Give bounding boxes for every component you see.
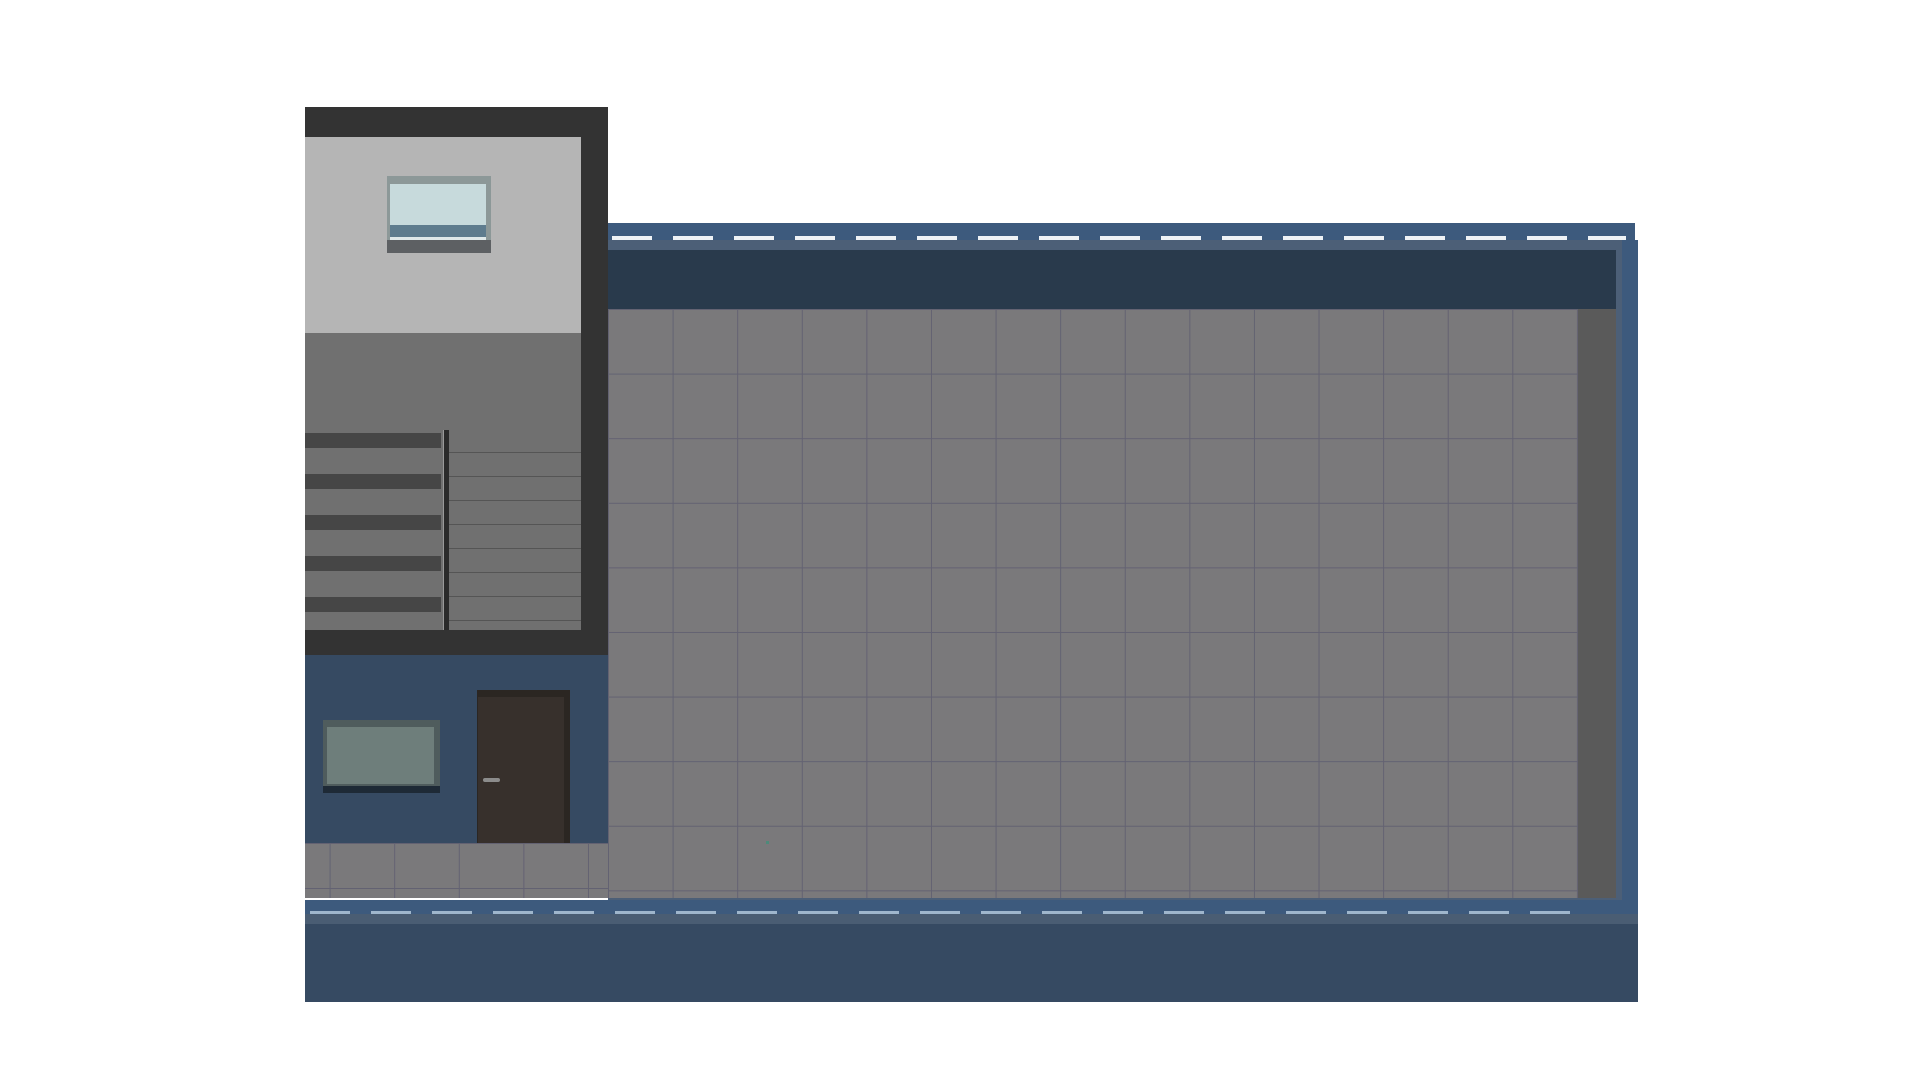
door-handle[interactable] — [483, 778, 500, 782]
base-wall — [305, 914, 1638, 1002]
sidewalk-tiles — [305, 843, 608, 898]
stair-line — [449, 548, 581, 549]
game-scene — [0, 0, 1920, 1080]
stair-step[interactable] — [305, 433, 441, 448]
top-dashed-railing — [612, 236, 1626, 240]
stair-step[interactable] — [305, 515, 441, 530]
stair-line — [449, 452, 581, 453]
ground-window-glass — [327, 727, 434, 784]
stair-step[interactable] — [305, 556, 441, 571]
stair-line — [449, 500, 581, 501]
court-top-wall — [608, 250, 1616, 309]
stair-line — [449, 524, 581, 525]
upper-window-sill — [387, 240, 491, 253]
court-right-railing — [1622, 240, 1638, 908]
stair-railing — [443, 430, 449, 630]
stair-step[interactable] — [305, 597, 441, 612]
stair-line — [449, 572, 581, 573]
upper-window-glass — [390, 184, 486, 225]
upper-window-band — [390, 225, 486, 237]
floor-marker — [766, 841, 769, 844]
court-side-wall — [1578, 309, 1616, 898]
tiled-floor[interactable] — [608, 309, 1578, 898]
base-wall-top — [305, 914, 1638, 924]
stair-step[interactable] — [305, 474, 441, 489]
stair-line — [449, 596, 581, 597]
stair-line — [449, 476, 581, 477]
ground-window-sill — [323, 786, 440, 793]
stair-line — [449, 620, 581, 621]
door-panel — [478, 697, 564, 843]
